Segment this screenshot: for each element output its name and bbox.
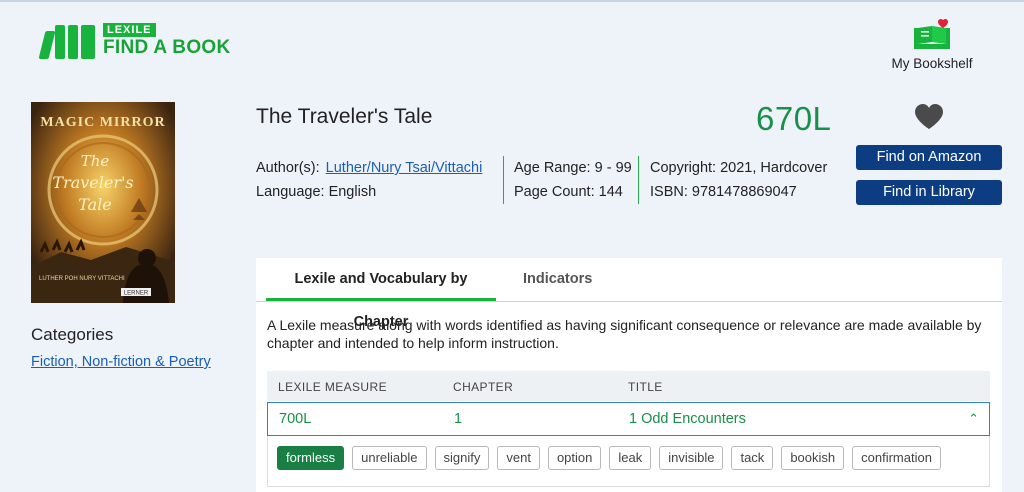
vocab-word-chip[interactable]: invisible [659,446,724,470]
bookshelf-heart-icon [914,18,950,49]
tab-divider [256,301,1002,302]
age-range-text: Age Range: 9 - 99 [514,160,632,176]
age-page-block: Age Range: 9 - 99 Page Count: 144 [514,156,632,204]
table-header: LEXILE MEASURE CHAPTER TITLE [267,371,990,401]
tab-indicators[interactable]: Indicators [523,258,592,301]
cover-title-line-3: Tale [78,195,112,214]
top-border [0,0,1024,2]
panel-description: A Lexile measure along with words identi… [267,317,982,351]
isbn-text: ISBN: 9781478869047 [650,184,797,200]
heart-icon[interactable] [914,104,944,135]
vocab-word-chip[interactable]: leak [609,446,652,470]
row-title: 1 Odd Encounters [629,411,746,427]
vocab-word-chip[interactable]: formless [277,446,345,470]
divider [638,156,639,204]
vocab-word-chip[interactable]: option [547,446,602,470]
category-link[interactable]: Fiction, Non-fiction & Poetry [31,354,211,370]
column-header-chapter: CHAPTER [453,380,514,394]
vocab-word-chip[interactable]: signify [434,446,490,470]
vocab-word-chip[interactable]: bookish [781,446,845,470]
cover-publisher-text: LERNER [124,291,149,297]
table-row[interactable]: 700L 1 1 Odd Encounters ⌃ [267,402,990,436]
tab-lexile-vocabulary[interactable]: Lexile and Vocabulary by Chapter [266,258,496,330]
author-label: Author(s): [256,160,320,176]
my-bookshelf-link[interactable]: My Bookshelf [886,18,978,71]
lexile-measure: 670L [756,100,832,137]
language-text: Language: English [256,184,377,200]
vocab-word-chip[interactable]: vent [497,446,540,470]
column-header-lexile: LEXILE MEASURE [278,380,387,394]
copyright-text: Copyright: 2021, Hardcover [650,160,828,176]
find-on-amazon-button[interactable]: Find on Amazon [856,145,1002,170]
vocab-word-chip[interactable]: tack [731,446,774,470]
cover-series-text: MAGIC MIRROR [40,115,165,130]
vocabulary-words: formless unreliable signify vent option leak i… [267,436,990,487]
book-title: The Traveler's Tale [256,105,433,128]
divider [503,156,504,204]
row-chapter: 1 [454,411,463,427]
page-count-text: Page Count: 144 [514,184,623,200]
logo-lexile-text: LEXILE [103,23,156,37]
cover-title-line-1: The [81,152,110,170]
logo-books-icon [38,25,95,59]
chevron-up-icon[interactable]: ⌃ [968,411,979,427]
vocab-word-chip[interactable]: confirmation [852,446,941,470]
author-language-block: Author(s): Luther/Nury Tsai/Vittachi Lang… [256,156,482,204]
copyright-isbn-block: Copyright: 2021, Hardcover ISBN: 9781478… [650,156,827,204]
categories-heading: Categories [31,325,114,344]
row-lexile: 700L [279,411,312,427]
find-in-library-button[interactable]: Find in Library [856,180,1002,205]
my-bookshelf-label: My Bookshelf [891,56,973,71]
lexile-logo[interactable]: LEXILE FIND A BOOK [38,23,231,59]
author-link[interactable]: Luther/Nury Tsai/Vittachi [326,160,483,176]
column-header-title: TITLE [628,380,663,394]
vocab-word-chip[interactable]: unreliable [352,446,427,470]
logo-find-a-book-text: FIND A BOOK [103,37,231,58]
cover-title-line-2: Traveler's [52,173,133,192]
chapter-panel: Lexile and Vocabulary by Chapter Indicat… [256,258,1002,492]
cover-author-text: LUTHER POH NURY VITTACHI [39,276,125,282]
book-cover-image[interactable]: MAGIC MIRROR The Traveler's Tale LUTHER … [31,102,175,303]
